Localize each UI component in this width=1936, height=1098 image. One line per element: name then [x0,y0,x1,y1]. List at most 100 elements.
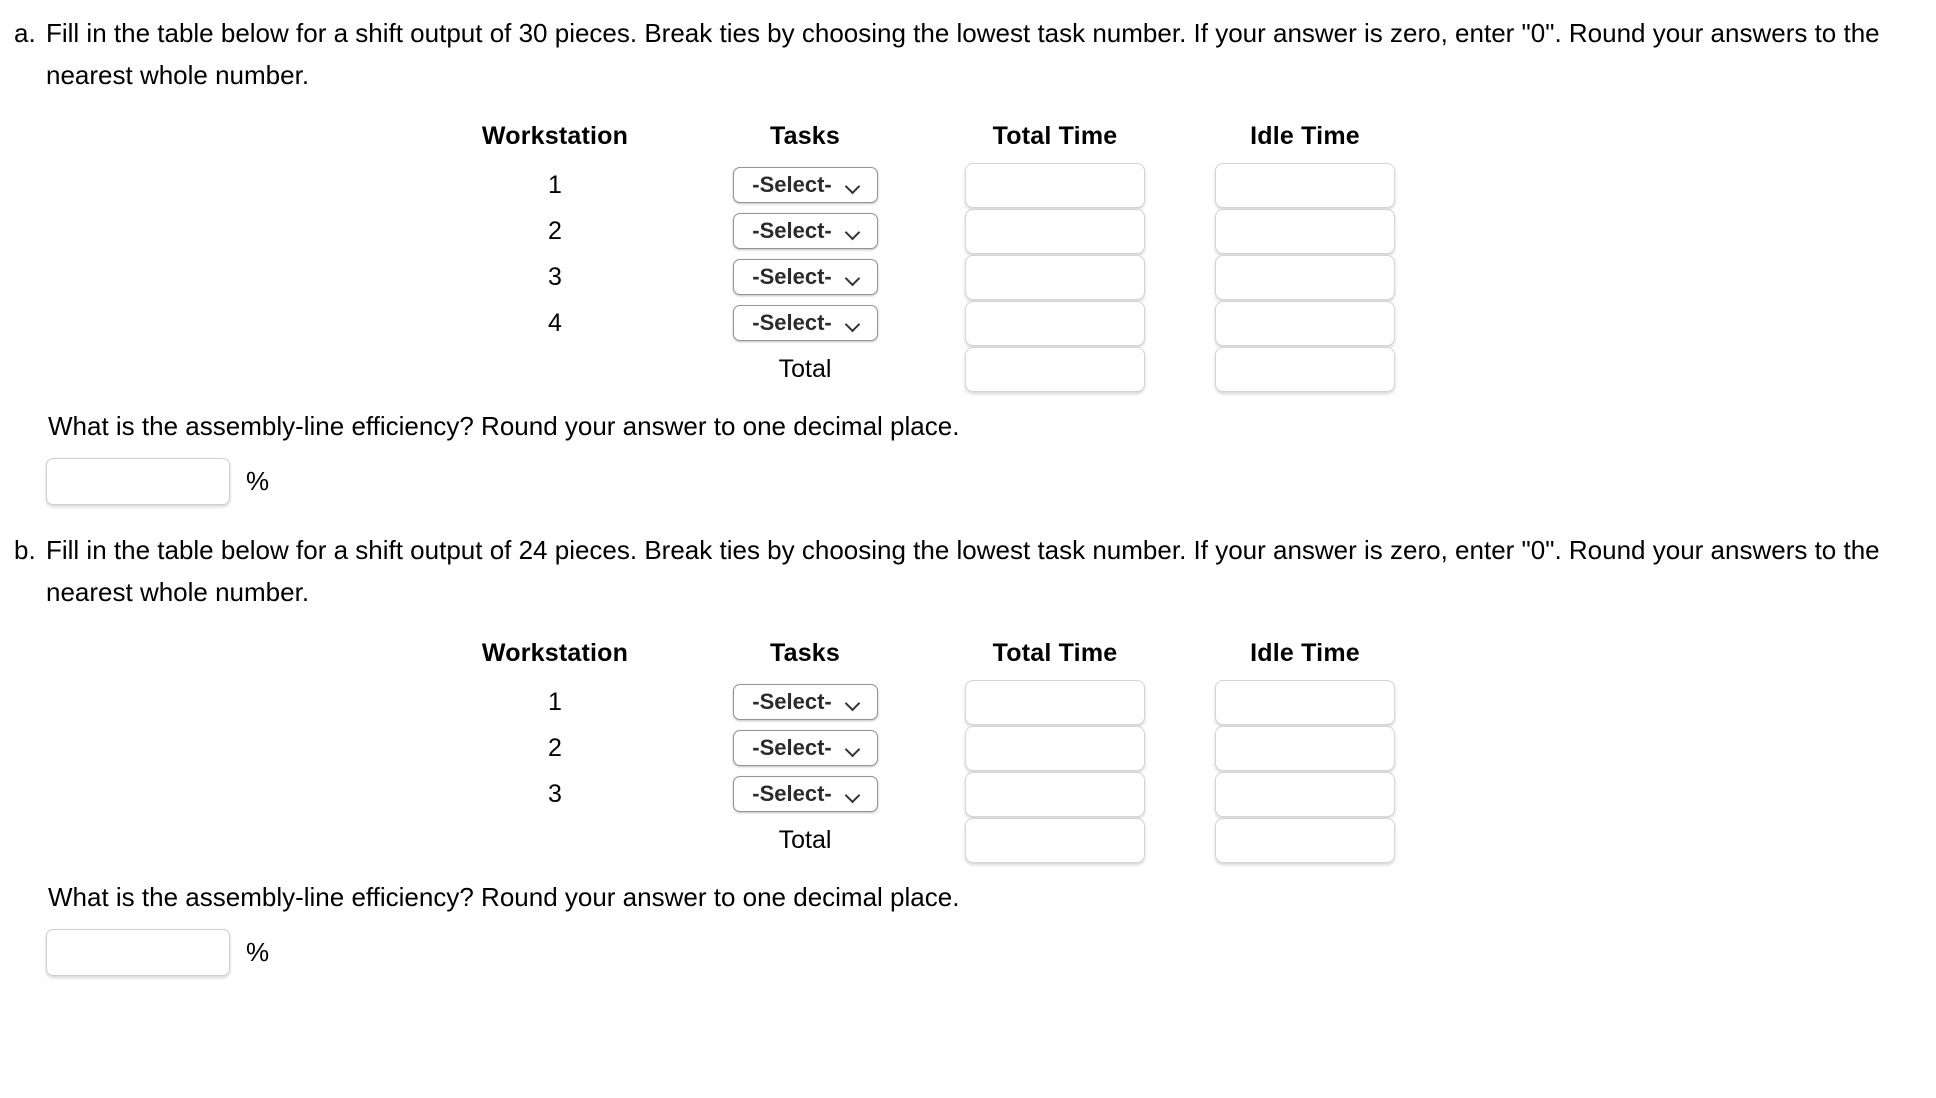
total-time-input-a-total[interactable] [965,346,1145,392]
tasks-cell: -Select- [680,300,930,346]
table-row: 4 -Select- [430,300,1430,346]
efficiency-answer-row-b: % [0,929,1936,976]
workstation-number: 2 [548,216,562,245]
tasks-select-b-1[interactable]: -Select- [732,684,878,720]
tasks-select-b-3[interactable]: -Select- [732,776,878,812]
chevron-down-icon [846,227,860,236]
tasks-cell: -Select- [680,208,930,254]
workstation-table-b: Workstation Tasks Total Time Idle Time 1… [430,627,1430,863]
worksheet-page: a. Fill in the table below for a shift o… [0,0,1936,1098]
table-row: 2 -Select- [430,725,1430,771]
idle-time-input-a-total[interactable] [1215,346,1395,392]
header-total-time: Total Time [992,638,1118,667]
total-time-input-b-3[interactable] [965,771,1145,817]
table-total-row: Total [430,346,1430,392]
total-time-input-b-2[interactable] [965,725,1145,771]
header-workstation: Workstation [481,638,629,667]
workstation-number: 1 [548,687,562,716]
total-time-input-a-1[interactable] [965,162,1145,208]
tasks-select-label: -Select- [752,735,832,760]
total-time-input-a-3[interactable] [965,254,1145,300]
workstation-number: 1 [548,170,562,199]
tasks-select-label: -Select- [752,218,832,243]
tasks-select-a-4[interactable]: -Select- [732,305,878,341]
total-time-cell [930,817,1180,863]
total-time-cell [930,300,1180,346]
idle-time-input-b-1[interactable] [1215,679,1395,725]
table-total-row: Total [430,817,1430,863]
tasks-cell: -Select- [680,162,930,208]
table-b-wrapper: Workstation Tasks Total Time Idle Time 1… [0,627,1936,863]
chevron-down-icon [846,744,860,753]
header-workstation: Workstation [481,121,629,150]
table-b-header-row: Workstation Tasks Total Time Idle Time [430,627,1430,679]
table-a-header-row: Workstation Tasks Total Time Idle Time [430,110,1430,162]
total-time-cell [930,771,1180,817]
header-tasks: Tasks [769,121,841,150]
tasks-select-a-3[interactable]: -Select- [732,259,878,295]
total-time-input-b-1[interactable] [965,679,1145,725]
tasks-select-b-2[interactable]: -Select- [732,730,878,766]
idle-time-cell [1180,300,1430,346]
table-row: 1 -Select- [430,679,1430,725]
idle-time-input-a-1[interactable] [1215,162,1395,208]
tasks-select-label: -Select- [752,172,832,197]
chevron-down-icon [846,790,860,799]
chevron-down-icon [846,698,860,707]
tasks-select-a-2[interactable]: -Select- [732,213,878,249]
chevron-down-icon [846,181,860,190]
tasks-select-label: -Select- [752,264,832,289]
total-time-cell [930,346,1180,392]
tasks-select-a-1[interactable]: -Select- [732,167,878,203]
question-b: b. Fill in the table below for a shift o… [0,529,1936,613]
tasks-select-label: -Select- [752,781,832,806]
question-a-prompt: Fill in the table below for a shift outp… [46,18,1880,90]
efficiency-question-a: What is the assembly-line efficiency? Ro… [48,411,960,441]
efficiency-input-b[interactable] [46,929,230,976]
tasks-cell: -Select- [680,725,930,771]
question-a: a. Fill in the table below for a shift o… [0,0,1936,96]
idle-time-cell [1180,346,1430,392]
table-row: 3 -Select- [430,254,1430,300]
idle-time-input-b-total[interactable] [1215,817,1395,863]
efficiency-answer-row-a: % [0,458,1936,505]
efficiency-input-a[interactable] [46,458,230,505]
question-b-letter: b. [14,535,36,565]
efficiency-question-b: What is the assembly-line efficiency? Ro… [48,882,960,912]
percent-label-b: % [246,937,270,967]
workstation-number: 3 [548,779,562,808]
total-time-input-b-total[interactable] [965,817,1145,863]
total-label: Total [778,825,832,854]
total-time-input-a-4[interactable] [965,300,1145,346]
total-time-cell [930,725,1180,771]
header-tasks: Tasks [769,638,841,667]
chevron-down-icon [846,319,860,328]
idle-time-input-b-3[interactable] [1215,771,1395,817]
total-time-cell [930,208,1180,254]
question-b-prompt: Fill in the table below for a shift outp… [46,535,1880,607]
percent-label-a: % [246,466,270,496]
tasks-cell: -Select- [680,679,930,725]
empty-cell [430,817,680,863]
idle-time-cell [1180,162,1430,208]
tasks-select-label: -Select- [752,310,832,335]
idle-time-cell [1180,208,1430,254]
header-idle-time: Idle Time [1250,638,1360,667]
table-a-wrapper: Workstation Tasks Total Time Idle Time 1… [0,110,1936,392]
header-idle-time: Idle Time [1250,121,1360,150]
workstation-number: 4 [548,308,562,337]
idle-time-cell [1180,817,1430,863]
idle-time-input-a-2[interactable] [1215,208,1395,254]
workstation-number: 3 [548,262,562,291]
idle-time-input-a-3[interactable] [1215,254,1395,300]
idle-time-input-b-2[interactable] [1215,725,1395,771]
idle-time-cell [1180,771,1430,817]
workstation-number: 2 [548,733,562,762]
idle-time-cell [1180,725,1430,771]
total-time-input-a-2[interactable] [965,208,1145,254]
total-label: Total [778,354,832,383]
header-total-time: Total Time [992,121,1118,150]
idle-time-input-a-4[interactable] [1215,300,1395,346]
total-time-cell [930,254,1180,300]
idle-time-cell [1180,254,1430,300]
